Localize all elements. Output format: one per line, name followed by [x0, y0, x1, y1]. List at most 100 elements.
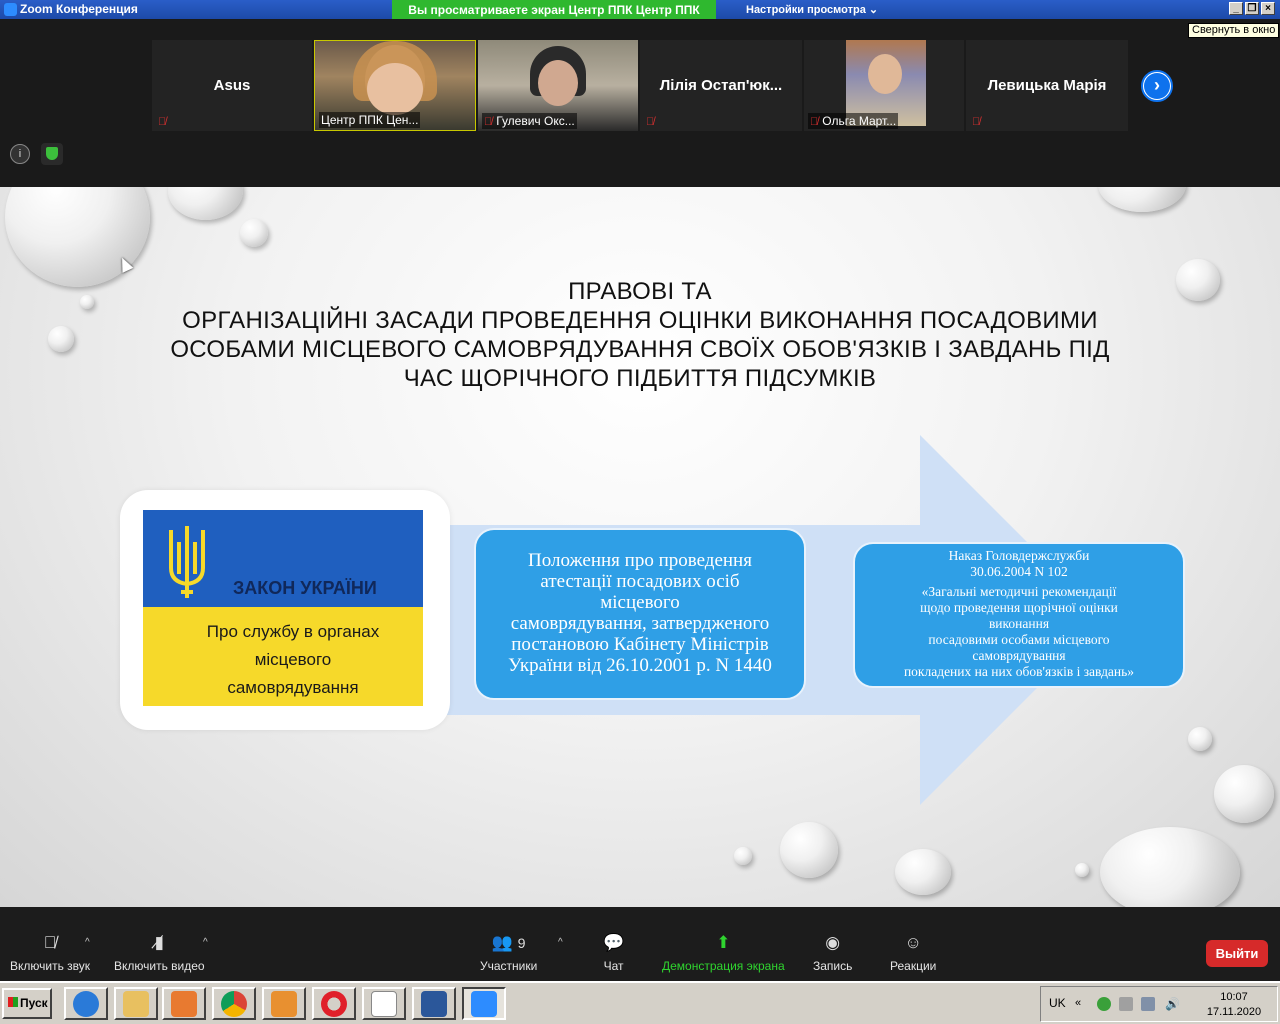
water-drop: [240, 219, 268, 247]
info-icon[interactable]: i: [10, 144, 30, 164]
law-text: Про службу в органах місцевого самовряду…: [206, 622, 380, 697]
opera-icon[interactable]: [312, 987, 356, 1020]
law-card: ЗАКОН УКРАЇНИ Про службу в органах місце…: [120, 490, 450, 730]
participant-label: 🎙̸ Ольга Март...: [808, 113, 899, 129]
clock[interactable]: 10:07 17.11.2020: [1201, 990, 1267, 1020]
next-participants-button[interactable]: ›: [1141, 70, 1173, 102]
chevron-right-icon: ›: [1144, 73, 1170, 99]
participants-icon: 👥 9: [491, 933, 526, 952]
muted-mic-icon: 🎙̸: [484, 116, 493, 128]
tooltip: Свернуть в окно: [1188, 23, 1280, 38]
meeting-toolbar: 🎙̸ Включить звук ^ ▮̸ Включить видео ^ 👥…: [0, 907, 1280, 981]
tray-app-icon[interactable]: [1097, 997, 1111, 1011]
windows-taskbar: Пуск UK « 🔊 10:07 17.11.2020: [0, 981, 1280, 1024]
audio-options-caret[interactable]: ^: [85, 937, 90, 948]
windows-logo-icon: [8, 997, 18, 1007]
reactions-icon: ☺: [904, 933, 922, 952]
participant-tile[interactable]: Asus 🎙̸: [152, 40, 312, 131]
water-drop: [734, 847, 752, 865]
participant-tile-active-speaker[interactable]: Центр ППК Цен...: [314, 40, 476, 131]
participant-label: 🎙̸: [156, 113, 172, 129]
chevron-up-icon[interactable]: «: [1075, 997, 1089, 1011]
volume-icon[interactable]: 🔊: [1165, 997, 1180, 1011]
document-icon[interactable]: [362, 987, 406, 1020]
water-drop: [895, 849, 951, 895]
participant-tile[interactable]: Лілія Остап'юк... 🎙̸: [640, 40, 802, 131]
muted-mic-icon: 🎙̸: [972, 116, 981, 128]
network-icon[interactable]: [1141, 997, 1155, 1011]
media-player-icon[interactable]: [162, 987, 206, 1020]
start-button[interactable]: Пуск: [2, 988, 52, 1019]
water-drop: [1098, 187, 1186, 212]
unmute-button[interactable]: 🎙̸ Включить звук: [10, 933, 90, 973]
participant-face: [538, 60, 578, 106]
participant-name: Лілія Остап'юк...: [659, 77, 783, 94]
slide-title: ПРАВОВІ ТА ОРГАНІЗАЦІЙНІ ЗАСАДИ ПРОВЕДЕН…: [170, 278, 1110, 392]
participant-label: 🎙̸: [644, 113, 660, 129]
participant-face: [367, 63, 423, 115]
order-box: Наказ Головдержслужби 30.06.2004 N 102 «…: [853, 542, 1185, 688]
shield-icon[interactable]: [41, 143, 63, 165]
start-video-button[interactable]: ▮̸ Включить видео: [114, 933, 205, 973]
water-drop: [1075, 863, 1089, 877]
record-icon: ◉: [825, 933, 841, 952]
participant-name: Центр ППК Цен...: [321, 113, 419, 127]
word-icon[interactable]: [412, 987, 456, 1020]
screen-share-banner: Вы просматриваете экран Центр ППК Центр …: [392, 0, 716, 21]
water-drop: [168, 187, 243, 220]
window-title: Zoom Конференция: [20, 2, 138, 16]
restore-button[interactable]: ❐: [1245, 2, 1259, 15]
participant-name: Asus: [213, 77, 251, 94]
record-button[interactable]: ◉ Запись: [813, 933, 852, 973]
participant-label: Центр ППК Цен...: [319, 112, 421, 128]
participant-face: [868, 54, 902, 94]
participant-name: Гулевич Окс...: [496, 114, 575, 128]
system-tray: UK « 🔊 10:07 17.11.2020: [1040, 986, 1278, 1022]
regulation-box: Положення про проведення атестації посад…: [474, 528, 806, 700]
zoom-window: Zoom Конференция Настройки просмотра ⌄ _…: [0, 0, 1280, 1024]
water-drop: [1214, 765, 1274, 823]
participant-name: Ольга Март...: [822, 114, 897, 128]
video-off-icon: ▮̸: [154, 933, 164, 952]
zoom-taskbar-icon[interactable]: [462, 987, 506, 1020]
water-drop: [5, 187, 150, 287]
water-drop: [1188, 727, 1212, 751]
file-explorer-icon[interactable]: [114, 987, 158, 1020]
share-screen-icon: ⬆: [716, 933, 731, 952]
muted-mic-icon: 🎙̸: [646, 116, 655, 128]
chat-icon: 💬: [603, 933, 625, 952]
reactions-button[interactable]: ☺ Реакции: [890, 933, 936, 973]
water-drop: [780, 822, 838, 878]
language-indicator[interactable]: UK: [1049, 996, 1066, 1010]
participant-tile[interactable]: 🎙̸ Ольга Март...: [804, 40, 964, 131]
participant-tile[interactable]: Левицька Марія 🎙̸: [966, 40, 1128, 131]
participant-tile[interactable]: 🎙̸ Гулевич Окс...: [478, 40, 638, 131]
muted-mic-icon: 🎙̸: [810, 116, 819, 128]
chrome-icon[interactable]: [212, 987, 256, 1020]
participant-strip: Asus 🎙̸ Центр ППК Цен... 🎙̸ Гулевич Окс..…: [0, 19, 1280, 187]
trident-icon: [169, 526, 205, 598]
zoom-app-icon: [4, 3, 17, 16]
participant-name: Левицька Марія: [987, 77, 1107, 94]
leave-button[interactable]: Выйти: [1206, 940, 1268, 967]
participants-options-caret[interactable]: ^: [558, 937, 563, 948]
chat-button[interactable]: 💬 Чат: [603, 933, 624, 973]
window-controls: _ ❐ ×: [1229, 2, 1275, 15]
shared-slide: ПРАВОВІ ТА ОРГАНІЗАЦІЙНІ ЗАСАДИ ПРОВЕДЕН…: [0, 187, 1280, 907]
participants-button[interactable]: 👥 9 Участники: [480, 933, 537, 973]
muted-mic-icon: 🎙̸: [43, 933, 57, 952]
participant-label: 🎙̸: [970, 113, 986, 129]
minimize-button[interactable]: _: [1229, 2, 1243, 15]
close-button[interactable]: ×: [1261, 2, 1275, 15]
participant-label: 🎙̸ Гулевич Окс...: [482, 113, 577, 129]
view-settings-dropdown[interactable]: Настройки просмотра ⌄: [746, 3, 878, 16]
internet-explorer-icon[interactable]: [64, 987, 108, 1020]
network-icon[interactable]: [1119, 997, 1133, 1011]
ukraine-flag-image: ЗАКОН УКРАЇНИ Про службу в органах місце…: [143, 510, 423, 706]
water-drop: [1100, 827, 1240, 907]
video-options-caret[interactable]: ^: [203, 937, 208, 948]
law-heading: ЗАКОН УКРАЇНИ: [233, 578, 377, 598]
muted-mic-icon: 🎙̸: [158, 116, 167, 128]
app-icon[interactable]: [262, 987, 306, 1020]
share-screen-button[interactable]: ⬆ Демонстрация экрана: [662, 933, 785, 973]
